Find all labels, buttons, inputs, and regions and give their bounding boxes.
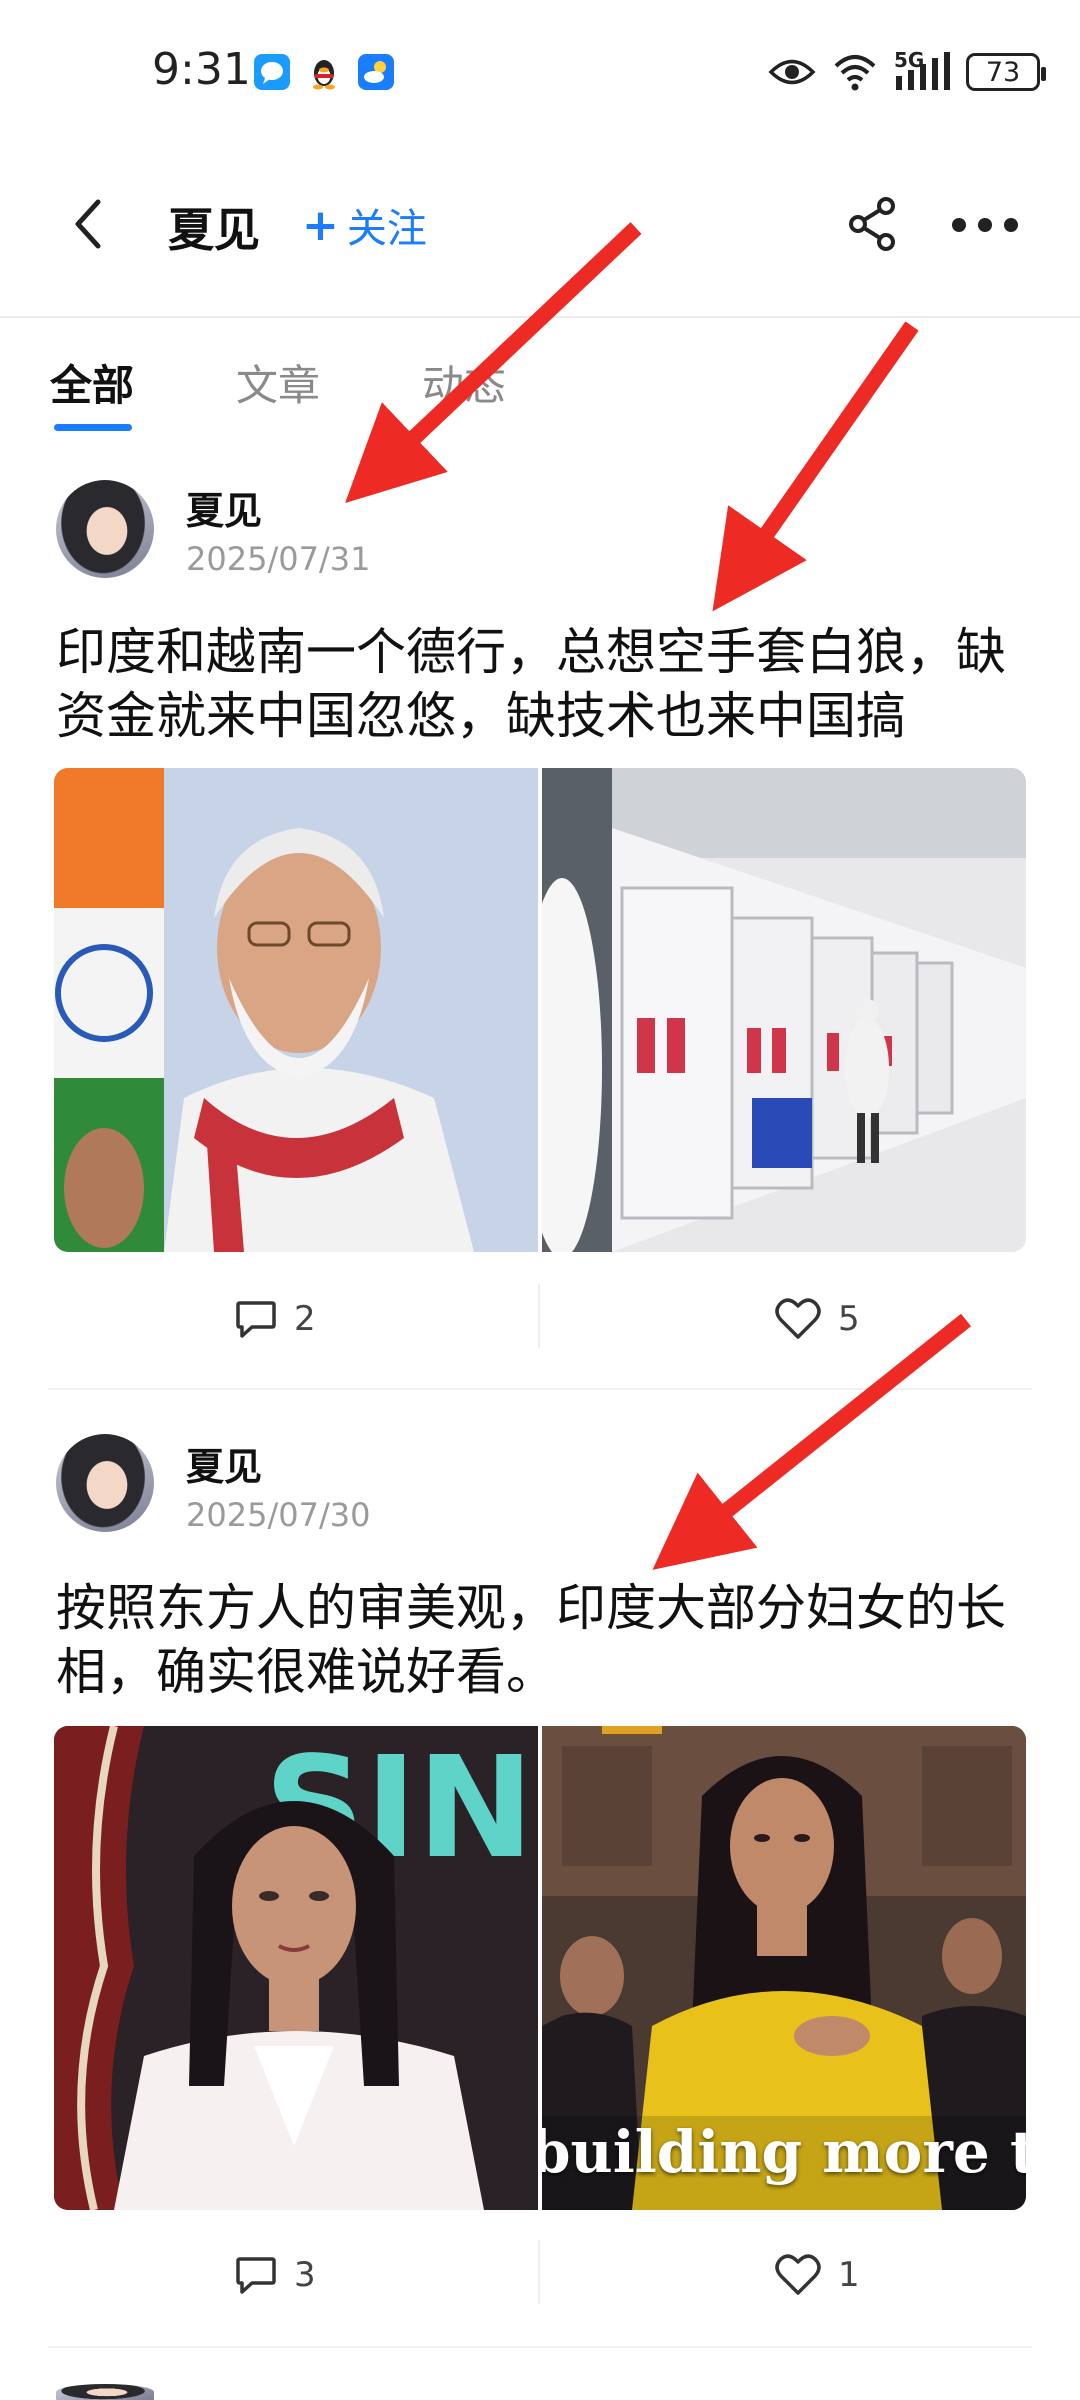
header-divider <box>0 316 1080 318</box>
tab-articles[interactable]: 文章 <box>236 352 320 413</box>
post-actions: 3 1 <box>54 2240 1026 2310</box>
post-text[interactable]: 按照东方人的审美观，印度大部分妇女的长相，确实很难说好看。 <box>56 1576 1026 1704</box>
more-options-icon[interactable] <box>952 218 1022 234</box>
post-card[interactable]: 夏见 2025/07/31 印度和越南一个德行，总想空手套白狼，缺资金就来中国忽… <box>0 460 1080 1390</box>
status-time: 9:31 <box>152 44 251 95</box>
post-date: 2025/07/31 <box>186 540 371 578</box>
back-arrow-icon[interactable] <box>62 192 122 256</box>
follow-button[interactable]: + 关注 <box>302 196 427 254</box>
post-image-factory[interactable] <box>542 768 1026 1252</box>
post-actions: 2 5 <box>54 1284 1026 1354</box>
post-image-news-anchor[interactable]: SIN <box>54 1726 538 2210</box>
qq-penguin-icon <box>306 54 342 90</box>
post-divider <box>48 1388 1032 1390</box>
post-text[interactable]: 印度和越南一个德行，总想空手套白狼，缺资金就来中国忽悠，缺技术也来中国搞 <box>56 620 1026 748</box>
comment-count: 2 <box>294 1299 316 1339</box>
comment-button[interactable]: 3 <box>234 2240 316 2310</box>
like-count: 1 <box>838 2255 860 2295</box>
like-button[interactable]: 1 <box>774 2240 860 2310</box>
tab-updates[interactable]: 动态 <box>422 352 506 413</box>
comment-button[interactable]: 2 <box>234 1284 316 1354</box>
post-image-speaker[interactable] <box>54 768 538 1252</box>
post-divider <box>48 2346 1032 2348</box>
plus-icon: + <box>302 199 339 251</box>
active-tab-indicator <box>54 424 132 431</box>
action-divider <box>538 1284 540 1348</box>
battery-icon: 73 <box>966 53 1046 91</box>
content-tabs: 全部 文章 动态 <box>0 340 1080 440</box>
heart-icon <box>775 1298 821 1339</box>
battery-level: 73 <box>985 56 1021 88</box>
avatar[interactable] <box>56 1434 154 1532</box>
follow-label: 关注 <box>346 206 427 252</box>
message-app-icon <box>254 54 290 90</box>
status-right-icons: 5G 73 <box>768 50 1046 94</box>
top-app-bar: 夏见 + 关注 <box>0 170 1080 280</box>
tab-all[interactable]: 全部 <box>50 352 134 413</box>
wifi-icon <box>834 55 876 91</box>
like-button[interactable]: 5 <box>774 1284 860 1354</box>
video-caption: building more tha <box>542 2118 1026 2186</box>
avatar[interactable] <box>56 480 154 578</box>
profile-title: 夏见 <box>168 203 260 257</box>
post-card[interactable]: 夏见 2025/07/30 按照东方人的审美观，印度大部分妇女的长相，确实很难说… <box>0 1400 1080 2348</box>
comment-icon <box>236 2257 276 2294</box>
comment-count: 3 <box>294 2255 316 2295</box>
action-divider <box>538 2240 540 2304</box>
like-count: 5 <box>838 1299 860 1339</box>
avatar[interactable] <box>56 2384 154 2400</box>
share-icon[interactable] <box>844 194 904 254</box>
post-author[interactable]: 夏见 <box>186 1436 262 1491</box>
eye-icon <box>768 59 816 85</box>
weather-icon <box>358 54 394 90</box>
post-author[interactable]: 夏见 <box>186 480 262 535</box>
signal-icon: 5G <box>894 50 950 92</box>
status-bar: 9:31 5G 73 <box>0 0 1080 140</box>
comment-icon <box>236 1301 276 1338</box>
post-image-parliament[interactable]: building more tha <box>542 1726 1026 2210</box>
post-date: 2025/07/30 <box>186 1496 371 1534</box>
heart-icon <box>775 2254 821 2295</box>
